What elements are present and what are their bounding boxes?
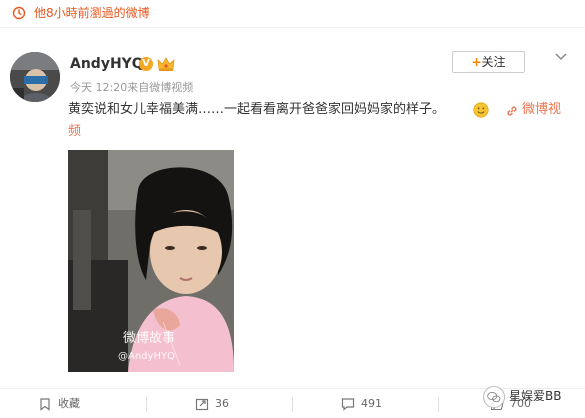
username[interactable]: AndyHYQ [70, 56, 144, 72]
avatar[interactable] [10, 52, 60, 102]
divider [292, 397, 293, 412]
video-watermark-handle: @AndyHYQ [118, 351, 175, 362]
favorite-label: 收藏 [58, 397, 80, 410]
vip-crown-icon [157, 57, 175, 71]
video-link[interactable]: 微博视 [522, 101, 561, 119]
comment-count: 491 [361, 397, 382, 410]
chevron-down-icon[interactable] [554, 52, 568, 62]
brand-watermark: 星娱爱BB [480, 384, 585, 418]
verified-badge: V [139, 57, 153, 71]
follow-label: 关注 [481, 55, 506, 69]
comment-button[interactable]: 491 [341, 389, 401, 418]
wechat-logo-icon [483, 386, 505, 408]
post-meta[interactable]: 今天 12:20来自微博视频 [70, 81, 193, 95]
brand-watermark-text: 星娱爱BB [509, 389, 562, 403]
video-watermark-title: 微博故事 [123, 331, 176, 346]
link-icon[interactable] [505, 104, 519, 118]
post-text: 黄奕说和女儿幸福美满……一起看看离开爸爸家回妈妈家的样子。 [68, 102, 446, 117]
smile-emoji-icon [473, 102, 489, 118]
favorite-button[interactable]: 收藏 [38, 389, 98, 418]
follow-button[interactable]: +关注 [452, 51, 525, 73]
plus-icon: + [471, 55, 482, 69]
avatar-photo [10, 52, 60, 102]
favorite-icon [40, 398, 50, 411]
comment-icon [341, 398, 355, 411]
divider [438, 397, 439, 412]
video-link-continued[interactable]: 频 [68, 123, 81, 141]
repost-button[interactable]: 36 [195, 389, 255, 418]
history-text: 他8小時前瀏過的微博 [34, 6, 150, 20]
repost-count: 36 [215, 397, 229, 410]
history-bar: 他8小時前瀏過的微博 [0, 0, 585, 28]
repost-icon [195, 398, 209, 411]
divider [146, 397, 147, 412]
clock-history-icon [12, 6, 26, 20]
video-thumbnail[interactable]: 微博故事 @AndyHYQ [68, 150, 234, 372]
